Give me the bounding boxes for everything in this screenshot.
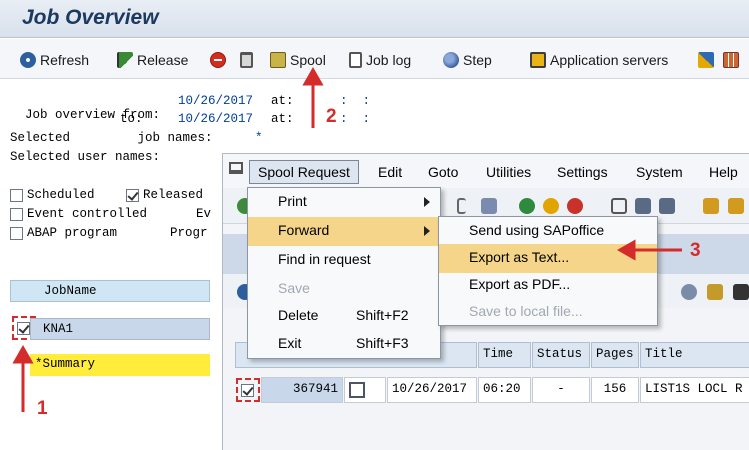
annotation-number-1: 1 <box>37 398 48 419</box>
annotation-number-2: 2 <box>326 106 337 127</box>
arrow-1-icon <box>12 344 34 412</box>
annotation-overlay <box>12 66 682 412</box>
arrow-3-icon <box>616 239 682 261</box>
arrow-2-icon <box>302 66 324 128</box>
annotation-number-3: 3 <box>690 240 701 261</box>
